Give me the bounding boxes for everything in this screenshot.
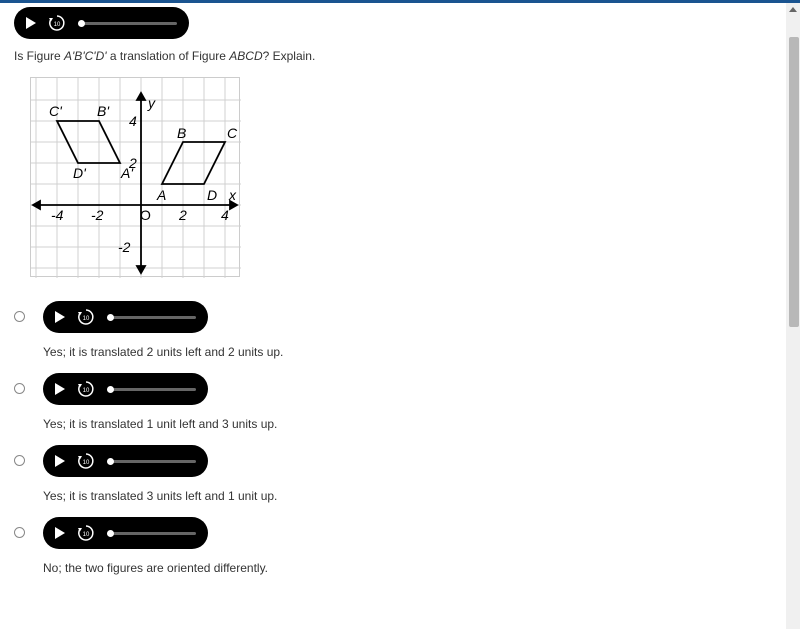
svg-text:10: 10: [83, 460, 90, 466]
audio-progress[interactable]: [107, 388, 196, 391]
scroll-up-icon[interactable]: [789, 7, 797, 12]
audio-progress[interactable]: [107, 316, 196, 319]
rewind-10-icon[interactable]: 10: [48, 14, 66, 32]
scroll-thumb[interactable]: [789, 37, 799, 327]
play-icon[interactable]: [55, 383, 65, 395]
option-text: Yes; it is translated 2 units left and 2…: [43, 345, 283, 359]
option-audio-player[interactable]: 10: [43, 301, 208, 333]
question-audio-player[interactable]: 10: [14, 7, 189, 39]
question-fig1: A'B'C'D': [64, 49, 107, 63]
option-text: Yes; it is translated 3 units left and 1…: [43, 489, 277, 503]
audio-progress[interactable]: [107, 532, 196, 535]
vertex-C: C: [227, 125, 238, 141]
radio-button[interactable]: [14, 383, 25, 394]
tick-neg2y: -2: [118, 239, 131, 255]
y-axis-label: y: [147, 95, 156, 111]
tick-neg2: -2: [91, 207, 104, 223]
svg-text:10: 10: [54, 22, 61, 28]
svg-text:10: 10: [83, 316, 90, 322]
vertex-Dp: D': [73, 165, 87, 181]
coordinate-graph: -4 -2 O 2 4 2 4 -2 x y A B C D A' B' C' …: [30, 77, 240, 277]
radio-button[interactable]: [14, 527, 25, 538]
option-audio-player[interactable]: 10: [43, 517, 208, 549]
audio-progress[interactable]: [107, 460, 196, 463]
question-suffix: ? Explain.: [263, 49, 316, 63]
option-2: 10 Yes; it is translated 1 unit left and…: [14, 373, 786, 439]
play-icon[interactable]: [55, 455, 65, 467]
content-area: 10 Is Figure A'B'C'D' a translation of F…: [0, 3, 800, 603]
svg-text:10: 10: [83, 388, 90, 394]
vertical-scrollbar[interactable]: [786, 3, 800, 629]
option-text: No; the two figures are oriented differe…: [43, 561, 268, 575]
option-1: 10 Yes; it is translated 2 units left an…: [14, 301, 786, 367]
option-3: 10 Yes; it is translated 3 units left an…: [14, 445, 786, 511]
tick-neg4: -4: [51, 207, 64, 223]
rewind-10-icon[interactable]: 10: [77, 308, 95, 326]
vertex-B: B: [177, 125, 186, 141]
vertex-Ap: A': [120, 165, 134, 181]
play-icon[interactable]: [26, 17, 36, 29]
vertex-A: A: [156, 187, 166, 203]
vertex-Cp: C': [49, 103, 63, 119]
option-text: Yes; it is translated 1 unit left and 3 …: [43, 417, 277, 431]
radio-button[interactable]: [14, 455, 25, 466]
tick-4y: 4: [129, 113, 137, 129]
audio-progress[interactable]: [78, 22, 177, 25]
question-text: Is Figure A'B'C'D' a translation of Figu…: [14, 49, 786, 63]
option-audio-player[interactable]: 10: [43, 445, 208, 477]
origin-label: O: [140, 207, 151, 223]
svg-text:10: 10: [83, 532, 90, 538]
x-axis-label: x: [228, 187, 237, 203]
rewind-10-icon[interactable]: 10: [77, 452, 95, 470]
rewind-10-icon[interactable]: 10: [77, 524, 95, 542]
tick-4x: 4: [221, 207, 229, 223]
tick-2x: 2: [178, 207, 187, 223]
option-audio-player[interactable]: 10: [43, 373, 208, 405]
rewind-10-icon[interactable]: 10: [77, 380, 95, 398]
vertex-D: D: [207, 187, 217, 203]
vertex-Bp: B': [97, 103, 110, 119]
play-icon[interactable]: [55, 527, 65, 539]
question-prefix: Is Figure: [14, 49, 64, 63]
question-fig2: ABCD: [229, 49, 262, 63]
radio-button[interactable]: [14, 311, 25, 322]
answer-options: 10 Yes; it is translated 2 units left an…: [14, 301, 786, 583]
option-4: 10 No; the two figures are oriented diff…: [14, 517, 786, 583]
play-icon[interactable]: [55, 311, 65, 323]
question-mid: a translation of Figure: [107, 49, 230, 63]
